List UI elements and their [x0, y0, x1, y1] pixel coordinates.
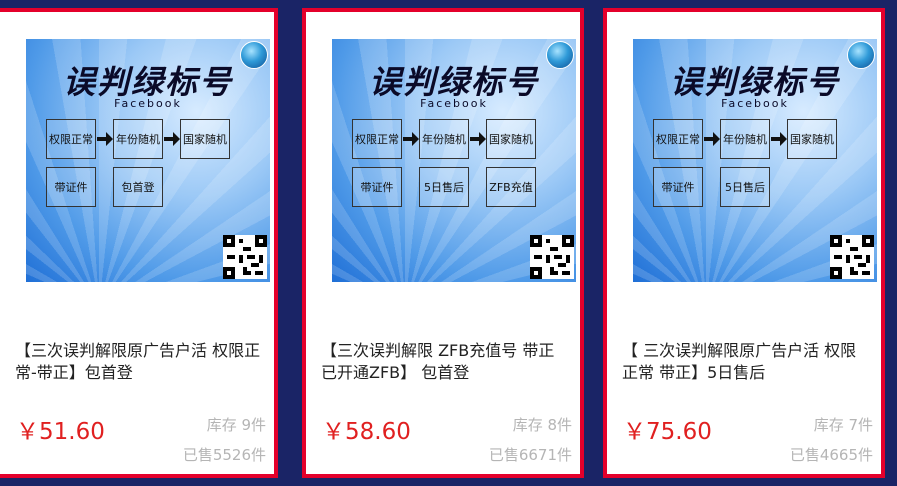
product-title[interactable]: 【三次误判解限原广告户活 权限正常-带正】包首登: [15, 340, 262, 384]
product-thumbnail[interactable]: 误判绿标号 Facebook 权限正常 年份随机 国家随机 带证件 包首登: [26, 39, 270, 282]
qr-code-icon: [223, 235, 267, 279]
qr-code-icon: [530, 235, 574, 279]
arrow-right-icon: [470, 132, 486, 146]
arrow-right-icon: [403, 132, 419, 146]
product-thumbnail[interactable]: 误判绿标号 Facebook 权限正常 年份随机 国家随机 带证件 5日售后 Z…: [332, 39, 576, 282]
product-stock: 库存 7件: [813, 416, 873, 434]
thumbnail-subtitle: Facebook: [114, 97, 182, 110]
thumbnail-box: 年份随机: [419, 119, 469, 159]
thumbnail-box: 5日售后: [720, 167, 770, 207]
thumbnail-box: 年份随机: [720, 119, 770, 159]
thumbnail-box: 5日售后: [419, 167, 469, 207]
thumbnail-box: 带证件: [352, 167, 402, 207]
product-card[interactable]: 误判绿标号 Facebook 权限正常 年份随机 国家随机 带证件 5日售后 【…: [603, 8, 885, 478]
arrow-right-icon: [164, 132, 180, 146]
product-sold-count: 已售6671件: [488, 446, 572, 464]
thumbnail-box: 权限正常: [46, 119, 96, 159]
product-title[interactable]: 【 三次误判解限原广告户活 权限正常 带正】5日售后: [622, 340, 869, 384]
product-sold-count: 已售5526件: [182, 446, 266, 464]
product-price: ￥51.60: [16, 419, 105, 445]
thumbnail-box: 国家随机: [486, 119, 536, 159]
thumbnail-box: 带证件: [653, 167, 703, 207]
arrow-right-icon: [771, 132, 787, 146]
thumbnail-box: 权限正常: [653, 119, 703, 159]
qr-code-icon: [830, 235, 874, 279]
product-sold-count: 已售4665件: [789, 446, 873, 464]
product-price: ￥58.60: [322, 419, 411, 445]
product-card[interactable]: 误判绿标号 Facebook 权限正常 年份随机 国家随机 带证件 5日售后 Z…: [302, 8, 584, 478]
thumbnail-box: 年份随机: [113, 119, 163, 159]
thumbnail-box: 国家随机: [180, 119, 230, 159]
arrow-right-icon: [704, 132, 720, 146]
thumbnail-box: 权限正常: [352, 119, 402, 159]
product-title[interactable]: 【三次误判解限 ZFB充值号 带正已开通ZFB】 包首登: [321, 340, 568, 384]
thumbnail-box: ZFB充值: [486, 167, 536, 207]
thumbnail-subtitle: Facebook: [721, 97, 789, 110]
product-card[interactable]: 误判绿标号 Facebook 权限正常 年份随机 国家随机 带证件 包首登 【三…: [0, 8, 278, 478]
arrow-right-icon: [97, 132, 113, 146]
product-thumbnail[interactable]: 误判绿标号 Facebook 权限正常 年份随机 国家随机 带证件 5日售后: [633, 39, 877, 282]
thumbnail-box: 包首登: [113, 167, 163, 207]
product-grid: 误判绿标号 Facebook 权限正常 年份随机 国家随机 带证件 包首登 【三…: [0, 0, 897, 486]
thumbnail-box: 国家随机: [787, 119, 837, 159]
product-stock: 库存 8件: [512, 416, 572, 434]
product-stock: 库存 9件: [206, 416, 266, 434]
thumbnail-subtitle: Facebook: [420, 97, 488, 110]
product-price: ￥75.60: [623, 419, 712, 445]
thumbnail-box: 带证件: [46, 167, 96, 207]
